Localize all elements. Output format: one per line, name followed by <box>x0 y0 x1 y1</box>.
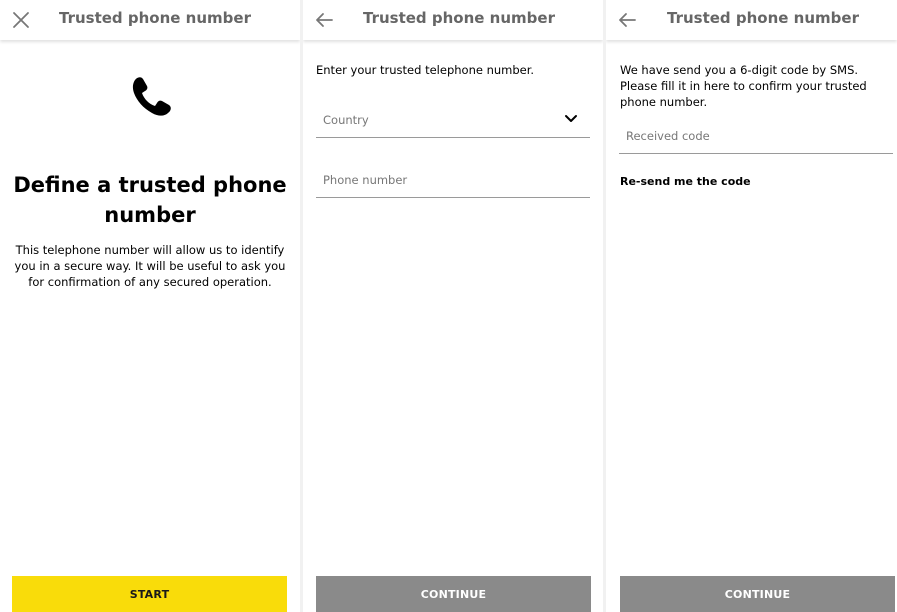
page-title: Trusted phone number <box>363 9 555 27</box>
app-bar: Trusted phone number <box>0 0 300 40</box>
country-placeholder: Country <box>323 113 369 127</box>
app-stage: Trusted phone number Define a trusted ph… <box>0 0 897 612</box>
app-bar: Trusted phone number <box>606 0 897 40</box>
received-code-input[interactable]: Received code <box>619 119 893 154</box>
phone-icon <box>132 77 171 116</box>
app-bar: Trusted phone number <box>303 0 603 40</box>
back-arrow-icon[interactable] <box>615 8 639 32</box>
country-select[interactable]: Country <box>316 103 590 138</box>
enter-number-screen: Trusted phone number Enter your trusted … <box>303 0 603 612</box>
intro-screen: Trusted phone number Define a trusted ph… <box>0 0 300 612</box>
phone-number-input[interactable]: Phone number <box>316 163 590 198</box>
resend-code-link[interactable]: Re-send me the code <box>620 175 751 188</box>
phone-placeholder: Phone number <box>323 173 408 187</box>
instruction-text: Enter your trusted telephone number. <box>316 63 535 77</box>
close-icon[interactable] <box>9 8 33 32</box>
back-arrow-icon[interactable] <box>312 8 336 32</box>
headline: Define a trusted phone number <box>13 173 287 227</box>
instruction-text: We have send you a 6-digit code by SMS. … <box>620 63 867 109</box>
code-placeholder: Received code <box>626 129 710 143</box>
page-title: Trusted phone number <box>667 9 859 27</box>
description-text: This telephone number will allow us to i… <box>14 243 286 289</box>
confirm-code-screen: Trusted phone number We have send you a … <box>606 0 897 612</box>
continue-button[interactable]: CONTINUE <box>620 576 895 612</box>
start-button[interactable]: START <box>12 576 287 612</box>
page-title: Trusted phone number <box>59 9 251 27</box>
continue-button[interactable]: CONTINUE <box>316 576 591 612</box>
chevron-down-icon <box>565 115 577 122</box>
